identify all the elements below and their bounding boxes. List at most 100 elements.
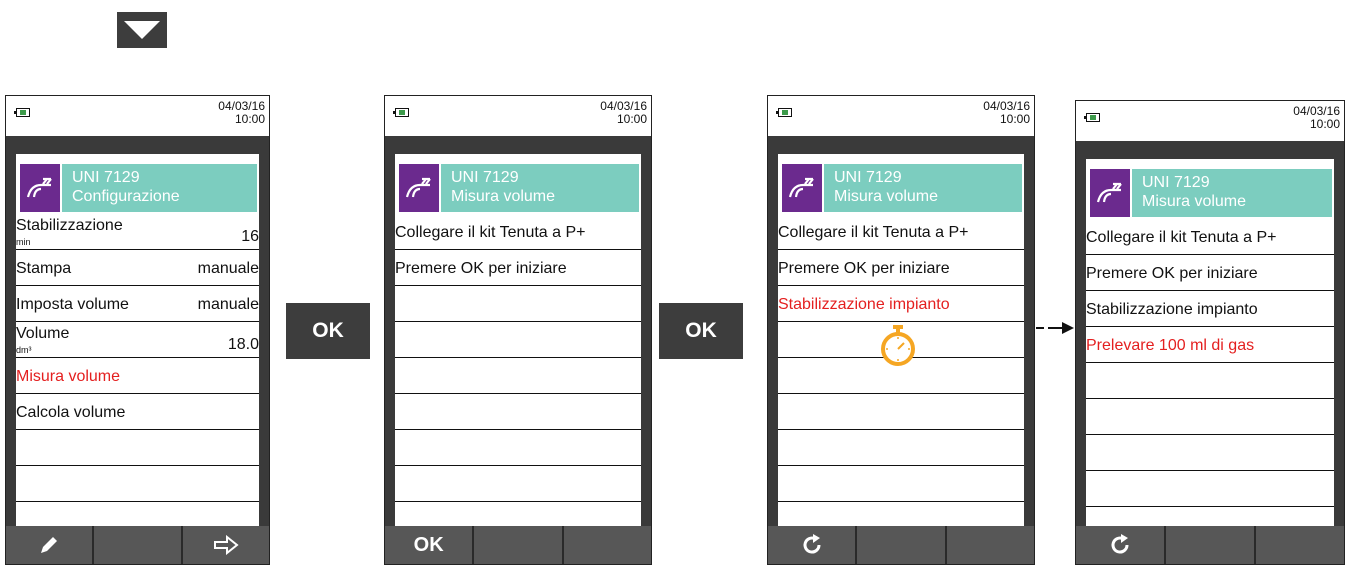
row-label: Stabilizzazione impianto [1086, 301, 1258, 318]
row-unit: min [16, 237, 31, 247]
softkey-empty[interactable] [857, 526, 945, 564]
menu-row-premere-ok[interactable]: Premere OK per iniziare [778, 250, 1024, 286]
datetime: 04/03/16 10:00 [218, 100, 265, 126]
row-label: Premere OK per iniziare [395, 260, 567, 277]
stopwatch-icon [881, 325, 915, 366]
menu-row-collegare[interactable]: Collegare il kit Tenuta a P+ [778, 214, 1024, 250]
menu-row-empty [395, 394, 641, 430]
title-line1: UNI 7129 [72, 169, 140, 186]
device-screen-misura-volume-1: 04/03/16 10:00 UNI 7129 Misura volume Co… [384, 95, 652, 565]
menu-row-empty [778, 430, 1024, 466]
softkey-edit[interactable] [6, 526, 93, 564]
menu-row-stabilizzazione-impianto[interactable]: Stabilizzazione impianto [1086, 291, 1334, 327]
row-value: manuale [197, 260, 259, 277]
row-label: Collegare il kit Tenuta a P+ [1086, 229, 1277, 246]
menu-row-empty [778, 466, 1024, 502]
row-unit: dm³ [16, 345, 32, 355]
softkey-bar [768, 526, 1034, 564]
row-label: Collegare il kit Tenuta a P+ [395, 224, 586, 241]
title-line2: Misura volume [1142, 193, 1247, 210]
softkey-refresh[interactable] [768, 526, 856, 564]
datetime: 04/03/16 10:00 [983, 100, 1030, 126]
scroll-down-button[interactable] [117, 12, 167, 48]
title-line2: Configurazione [72, 188, 180, 205]
menu-row-stabilizzazione-impianto[interactable]: Stabilizzazione impianto [778, 286, 1024, 322]
flow-ok-button-1[interactable]: OK [286, 303, 370, 359]
flow-ok-button-2[interactable]: OK [659, 303, 743, 359]
flow-arrow-icon [1036, 322, 1074, 334]
menu-row-empty [1086, 363, 1334, 399]
status-bar: 04/03/16 10:00 [768, 96, 1034, 136]
screen-title: UNI 7129 Misura volume [441, 164, 639, 212]
softkey-bar [6, 526, 269, 564]
softkey-empty[interactable] [563, 526, 651, 564]
gas-leak-icon [1090, 169, 1130, 217]
device-screen-misura-volume-3: 04/03/16 10:00 UNI 7129 Misura volume Co… [1075, 100, 1345, 565]
softkey-empty[interactable] [94, 526, 181, 564]
menu-row-collegare[interactable]: Collegare il kit Tenuta a P+ [395, 214, 641, 250]
row-label: Stabilizzazione impianto [778, 296, 950, 313]
menu-row-volume[interactable]: Volume dm³ 18.0 [16, 322, 259, 358]
menu-row-misura-volume[interactable]: Misura volume [16, 358, 259, 394]
row-label: Premere OK per iniziare [1086, 265, 1258, 282]
title-box: UNI 7129 Misura volume [778, 164, 1024, 214]
menu-row-empty [778, 394, 1024, 430]
triangle-down-icon [124, 21, 160, 39]
row-label: Imposta volume [16, 296, 129, 313]
screen-title: UNI 7129 Misura volume [824, 164, 1022, 212]
device-screen-misura-volume-2: 04/03/16 10:00 UNI 7129 Misura volume Co… [767, 95, 1035, 565]
menu-row-empty [1086, 399, 1334, 435]
time-label: 10:00 [999, 112, 1030, 126]
arrow-right-icon [213, 535, 239, 555]
row-label: Collegare il kit Tenuta a P+ [778, 224, 969, 241]
row-label: Stampa [16, 260, 72, 277]
softkey-bar: OK [385, 526, 651, 564]
row-value: 18.0 [227, 336, 259, 353]
title-line1: UNI 7129 [1142, 174, 1210, 191]
row-label: Calcola volume [16, 404, 126, 421]
row-label: Stabilizzazione [16, 217, 123, 234]
softkey-ok[interactable]: OK [385, 526, 473, 564]
row-label: Premere OK per iniziare [778, 260, 950, 277]
status-bar: 04/03/16 10:00 [385, 96, 651, 136]
battery-icon [1084, 113, 1100, 122]
menu-list: Collegare il kit Tenuta a P+ Premere OK … [1086, 219, 1334, 507]
title-line2: Misura volume [451, 188, 556, 205]
datetime: 04/03/16 10:00 [600, 100, 647, 126]
title-box: UNI 7129 Configurazione [16, 164, 259, 214]
row-label: Misura volume [16, 368, 121, 385]
time-label: 10:00 [616, 112, 647, 126]
menu-row-empty [395, 286, 641, 322]
menu-row-collegare[interactable]: Collegare il kit Tenuta a P+ [1086, 219, 1334, 255]
title-line2: Misura volume [834, 188, 939, 205]
pencil-icon [41, 537, 58, 553]
screen: UNI 7129 Misura volume Collegare il kit … [395, 154, 641, 526]
menu-row-empty [395, 466, 641, 502]
menu-row-empty [16, 430, 259, 466]
menu-row-imposta-volume[interactable]: Imposta volume manuale [16, 286, 259, 322]
refresh-icon [803, 534, 821, 554]
menu-row-premere-ok[interactable]: Premere OK per iniziare [1086, 255, 1334, 291]
menu-row-prelevare-gas[interactable]: Prelevare 100 ml di gas [1086, 327, 1334, 363]
status-bar: 04/03/16 10:00 [1076, 101, 1344, 141]
softkey-empty[interactable] [1256, 526, 1344, 564]
softkey-empty[interactable] [946, 526, 1034, 564]
menu-row-stabilizzazione[interactable]: Stabilizzazione min 16 [16, 214, 259, 250]
menu-row-empty [395, 358, 641, 394]
screen-title: UNI 7129 Misura volume [1132, 169, 1332, 217]
softkey-refresh[interactable] [1076, 526, 1164, 564]
device-screen-configurazione: 04/03/16 10:00 UNI 7129 Configurazione S… [5, 95, 270, 565]
row-value: 16 [241, 228, 259, 245]
softkey-bar [1076, 526, 1344, 564]
time-label: 10:00 [1309, 117, 1340, 131]
menu-row-calcola-volume[interactable]: Calcola volume [16, 394, 259, 430]
softkey-empty[interactable] [1166, 526, 1254, 564]
menu-row-premere-ok[interactable]: Premere OK per iniziare [395, 250, 641, 286]
row-value: manuale [197, 296, 259, 313]
title-box: UNI 7129 Misura volume [395, 164, 641, 214]
screen: UNI 7129 Misura volume Collegare il kit … [1086, 159, 1334, 528]
softkey-empty[interactable] [474, 526, 562, 564]
gas-leak-icon [20, 164, 60, 212]
softkey-next[interactable] [182, 526, 269, 564]
menu-row-stampa[interactable]: Stampa manuale [16, 250, 259, 286]
